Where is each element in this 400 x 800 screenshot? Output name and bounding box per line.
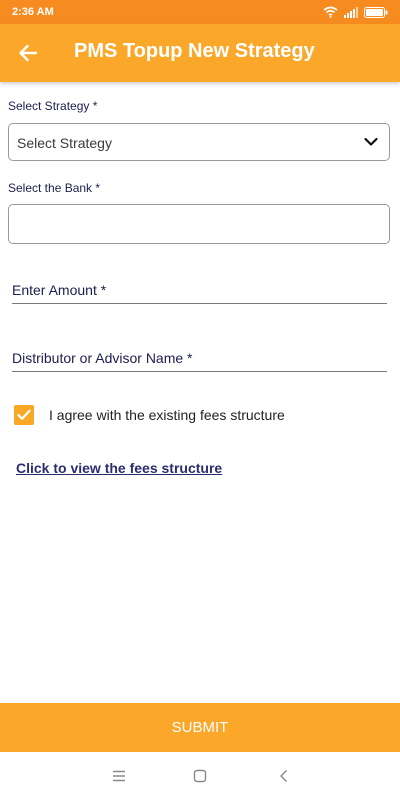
status-bar: 2:36 AM [0, 0, 400, 24]
amount-input[interactable]: Enter Amount * [12, 274, 387, 304]
bank-select[interactable] [8, 204, 390, 244]
distributor-label: Distributor or Advisor Name * [12, 350, 193, 366]
bank-label: Select the Bank * [8, 181, 101, 195]
arrow-left-icon [19, 44, 38, 62]
status-icons [323, 5, 388, 19]
strategy-label: Select Strategy * [8, 99, 98, 113]
system-nav-bar [0, 752, 400, 800]
strategy-select-value: Select Strategy [17, 135, 112, 151]
page-title: PMS Topup New Strategy [74, 40, 315, 62]
distributor-input[interactable]: Distributor or Advisor Name * [12, 342, 387, 372]
check-icon [17, 409, 31, 420]
chevron-down-icon [364, 137, 378, 146]
submit-button[interactable]: SUBMIT [0, 703, 400, 752]
wifi-icon [323, 6, 338, 18]
agree-label: I agree with the existing fees structure [49, 407, 285, 423]
menu-icon[interactable] [111, 768, 127, 784]
strategy-select[interactable]: Select Strategy [8, 123, 390, 161]
battery-icon [364, 6, 388, 18]
app-bar: PMS Topup New Strategy [0, 24, 400, 82]
signal-icon [344, 6, 358, 18]
status-time: 2:36 AM [12, 6, 54, 18]
back-button[interactable] [14, 40, 42, 66]
view-fees-link[interactable]: Click to view the fees structure [16, 460, 222, 476]
agree-checkbox[interactable] [14, 405, 34, 425]
home-icon[interactable] [192, 768, 208, 784]
amount-label: Enter Amount * [12, 282, 107, 298]
back-icon[interactable] [276, 768, 292, 784]
